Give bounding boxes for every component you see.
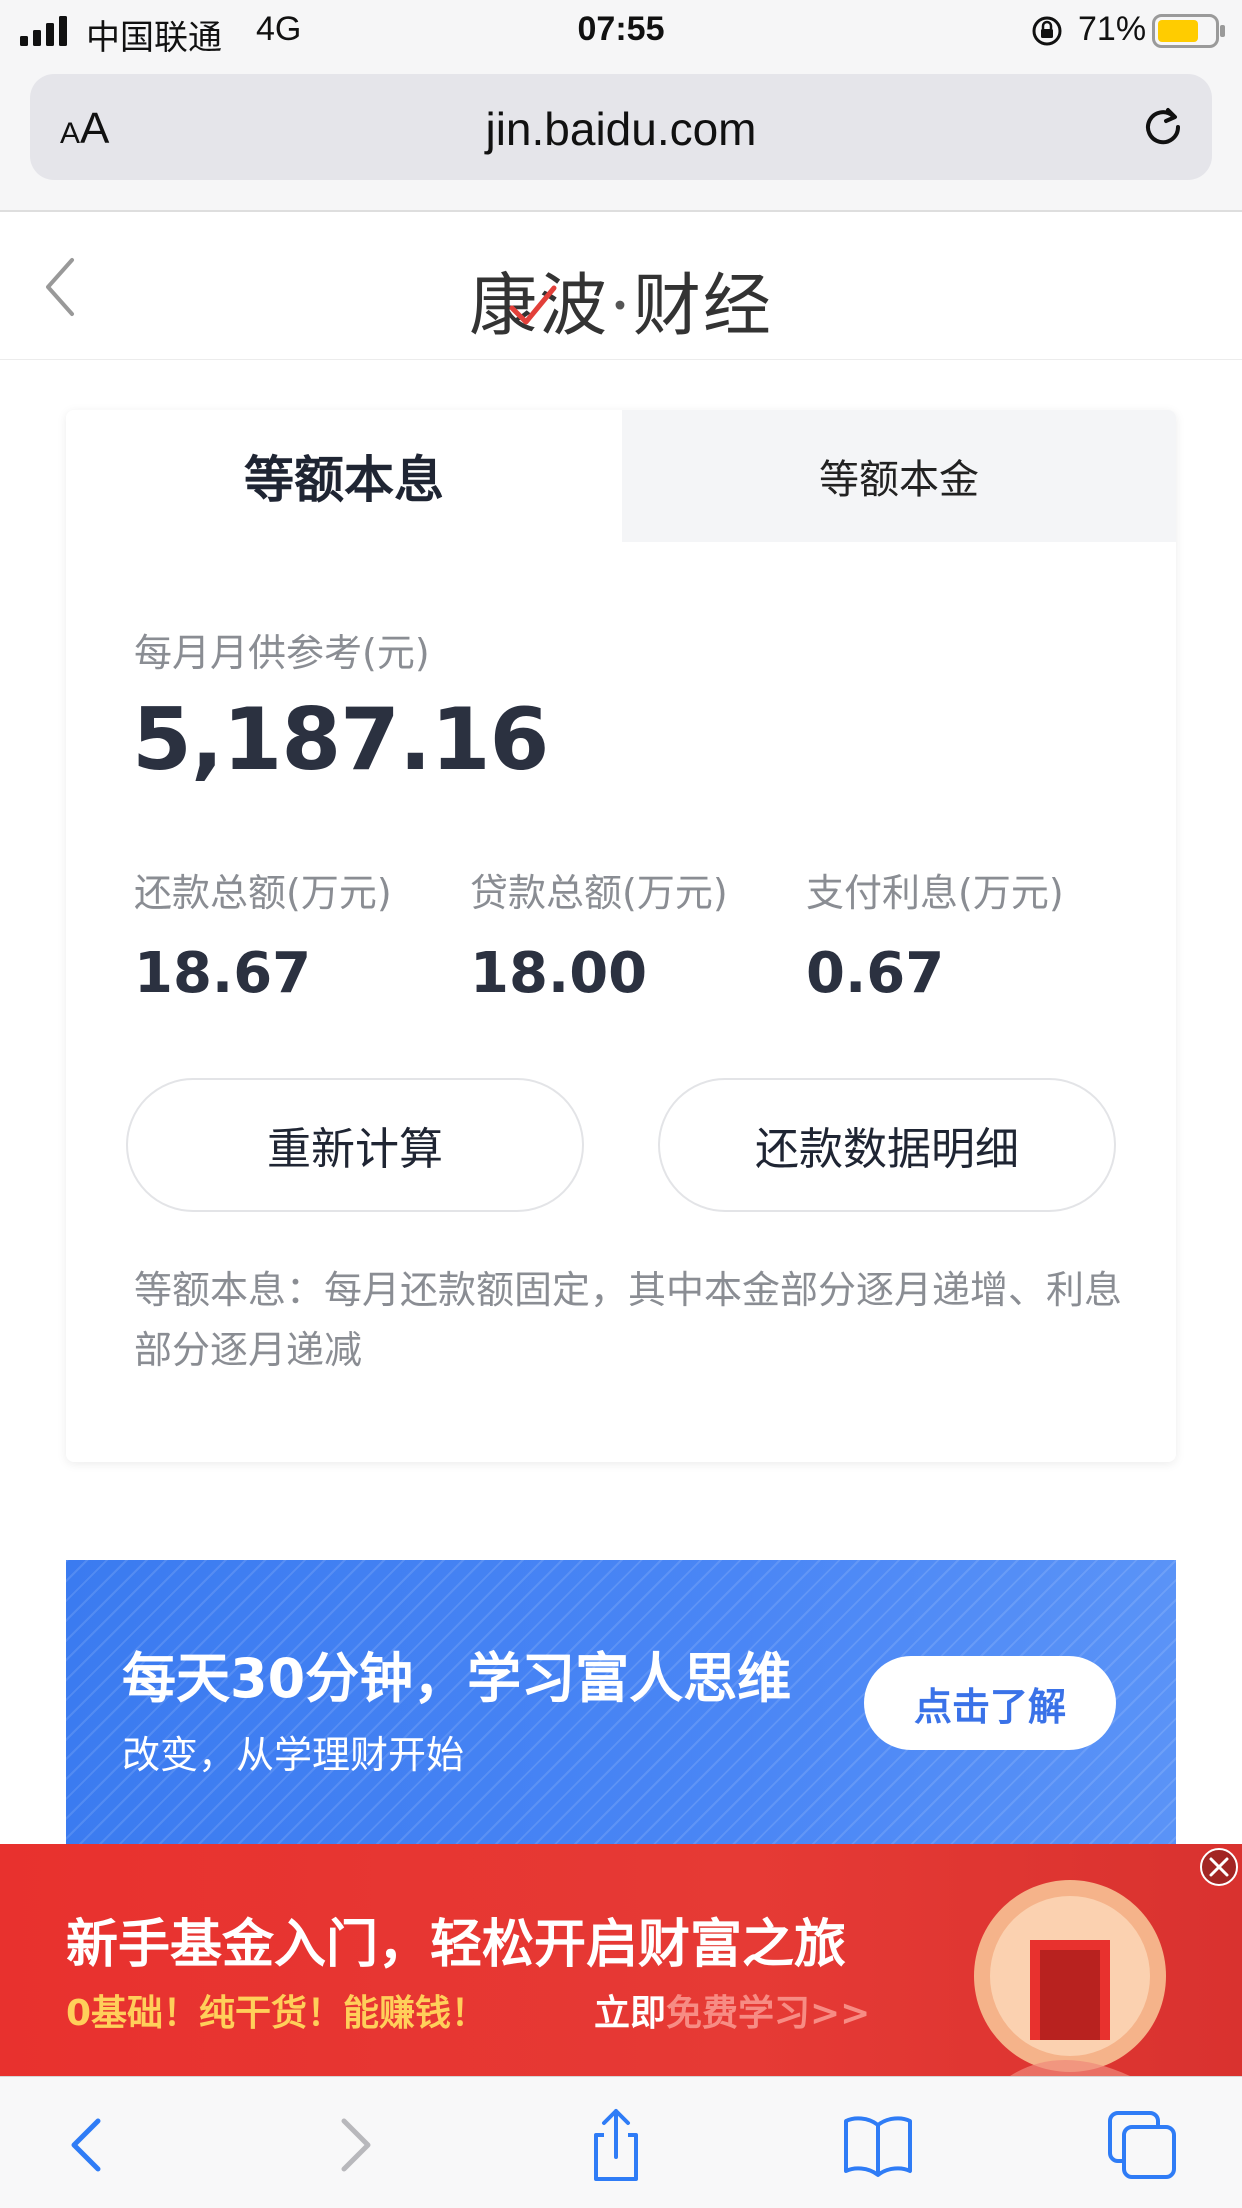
battery-percent: 71% bbox=[1078, 10, 1147, 48]
ad-title: 新手基金入门，轻松开启财富之旅 bbox=[66, 1915, 847, 1975]
url-text[interactable]: jin.baidu.com bbox=[30, 102, 1212, 156]
browser-address-area: AA jin.baidu.com bbox=[0, 64, 1242, 212]
reload-icon[interactable] bbox=[1138, 102, 1188, 152]
stat-label: 支付利息(万元) bbox=[806, 871, 1064, 915]
back-icon[interactable] bbox=[50, 2107, 130, 2183]
recalculate-button[interactable]: 重新计算 bbox=[126, 1078, 584, 1212]
repayment-detail-button[interactable]: 还款数据明细 bbox=[658, 1078, 1116, 1212]
orientation-lock-icon bbox=[1032, 16, 1062, 46]
banner-title: 每天30分钟，学习富人思维 bbox=[122, 1647, 792, 1710]
stat-value: 18.00 bbox=[470, 941, 648, 1006]
brand-logo: 康波·财经 bbox=[469, 267, 773, 346]
bookmarks-icon[interactable] bbox=[838, 2107, 918, 2183]
tabs-icon[interactable] bbox=[1102, 2107, 1182, 2183]
bottom-ad[interactable]: 新手基金入门，轻松开启财富之旅 0基础！纯干货！能赚钱！ 立即免费学习>> bbox=[0, 1844, 1242, 2076]
ad-subtitle: 0基础！纯干货！能赚钱！ bbox=[66, 1993, 488, 2034]
coin-gate-illustration-icon bbox=[974, 1880, 1166, 2076]
status-bar: 中国联通 4G 07:55 71% bbox=[0, 0, 1242, 64]
battery-icon bbox=[1152, 14, 1225, 48]
close-ad-icon[interactable] bbox=[1198, 1846, 1240, 1888]
address-bar[interactable]: AA jin.baidu.com bbox=[30, 74, 1212, 180]
browser-toolbar bbox=[0, 2076, 1242, 2208]
monthly-payment-value: 5,187.16 bbox=[132, 690, 549, 790]
brand-check-mark-icon bbox=[509, 285, 557, 325]
forward-icon[interactable] bbox=[312, 2107, 392, 2183]
loan-result-card: 等额本息 等额本金 每月月供参考(元) 5,187.16 还款总额(万元) 18… bbox=[66, 410, 1176, 1462]
banner-learn-more-button[interactable]: 点击了解 bbox=[864, 1656, 1116, 1750]
page-header: 康波·财经 bbox=[0, 212, 1242, 360]
promo-banner[interactable]: 每天30分钟，学习富人思维 改变，从学理财开始 点击了解 bbox=[66, 1560, 1176, 1844]
stat-value: 0.67 bbox=[806, 941, 945, 1006]
stat-value: 18.67 bbox=[134, 941, 312, 1006]
stat-loan-amount: 贷款总额(万元) 18.00 bbox=[470, 862, 728, 1006]
stat-label: 贷款总额(万元) bbox=[470, 871, 728, 915]
share-icon[interactable] bbox=[576, 2107, 656, 2183]
stat-label: 还款总额(万元) bbox=[134, 871, 392, 915]
tab-equal-installment[interactable]: 等额本息 bbox=[66, 410, 622, 542]
banner-subtitle: 改变，从学理财开始 bbox=[122, 1733, 465, 1777]
monthly-payment-label: 每月月供参考(元) bbox=[134, 631, 430, 675]
tab-equal-principal[interactable]: 等额本金 bbox=[622, 410, 1176, 542]
method-description: 等额本息：每月还款额固定，其中本金部分逐月递增、利息部分逐月递减 bbox=[134, 1268, 1123, 1372]
stat-total-repayment: 还款总额(万元) 18.67 bbox=[134, 862, 392, 1006]
ad-cta[interactable]: 立即免费学习>> bbox=[594, 1984, 870, 2036]
stat-interest: 支付利息(万元) 0.67 bbox=[806, 862, 1064, 1006]
